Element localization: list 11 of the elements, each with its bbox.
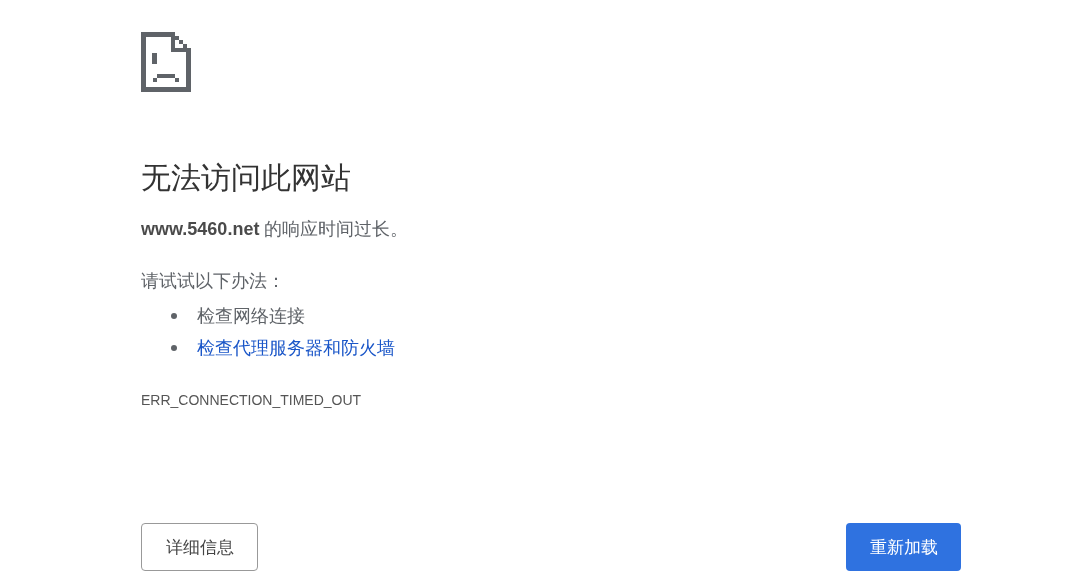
error-message: www.5460.net 的响应时间过长。	[141, 218, 410, 241]
details-button[interactable]: 详细信息	[141, 523, 258, 571]
suggestion-text: 检查网络连接	[197, 305, 305, 328]
reload-button[interactable]: 重新加载	[846, 523, 961, 571]
sad-document-icon	[141, 32, 191, 92]
bullet-icon	[171, 313, 177, 319]
error-code: ERR_CONNECTION_TIMED_OUT	[141, 392, 363, 408]
suggestion-link[interactable]: 检查代理服务器和防火墙	[197, 336, 395, 360]
error-heading: 无法访问此网站	[141, 160, 352, 196]
bullet-icon	[171, 345, 177, 351]
suggestions-intro: 请试试以下办法：	[141, 270, 286, 293]
